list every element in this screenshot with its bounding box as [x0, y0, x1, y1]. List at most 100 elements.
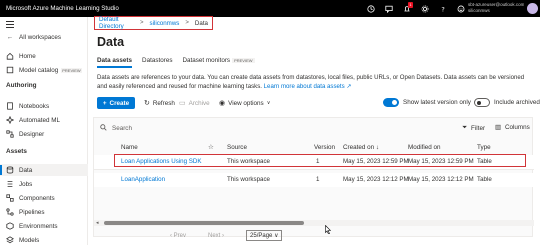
notification-count: 1 [408, 2, 413, 8]
columns-icon: ▥ [495, 124, 501, 131]
user-name: sbt-azureuser@outlook.com [468, 2, 524, 7]
include-archived-label: Include archived [494, 99, 540, 106]
sidebar-item-label: Jobs [19, 180, 33, 188]
data-asset-name-link[interactable]: LoanApplication [121, 176, 165, 183]
toolbar: + Create ↻ Refresh ▭ Archive ◉ View opti… [97, 97, 540, 109]
tab-label: Data assets [97, 57, 133, 64]
filter-button[interactable]: ⏷ Filter [462, 124, 485, 132]
column-header-created[interactable]: Created on ↓ [343, 144, 379, 151]
view-options-button[interactable]: ◉ View options ∨ [219, 97, 270, 109]
sidebar-item-pipelines[interactable]: Pipelines [0, 206, 88, 218]
view-options-label: View options [228, 99, 264, 107]
sidebar: ← All workspaces Home Model catalog PREV… [0, 17, 88, 245]
back-arrow-icon: ← [6, 33, 14, 41]
sidebar-item-jobs[interactable]: Jobs [0, 178, 88, 190]
sidebar-item-label: Environments [19, 222, 58, 230]
settings-icon[interactable] [416, 2, 434, 15]
user-info[interactable]: sbt-azureuser@outlook.com siliconmws [468, 2, 524, 13]
type-cell: Table [477, 158, 492, 165]
filter-icon: ⏷ [462, 124, 468, 131]
scrollbar-thumb[interactable] [104, 221, 304, 225]
prev-page-button[interactable]: ‹ Prev [170, 233, 186, 239]
column-header-type[interactable]: Type [477, 144, 491, 151]
chevron-down-icon: ∨ [274, 233, 279, 239]
svg-text:?: ? [441, 5, 444, 13]
sidebar-item-model-catalog[interactable]: Model catalog PREVIEW [0, 64, 88, 76]
tab-data-assets[interactable]: Data assets [97, 57, 133, 68]
data-asset-name-link[interactable]: Loan Applications Using SDK [121, 158, 202, 165]
chevron-right-icon: > [139, 20, 144, 26]
breadcrumb-directory[interactable]: Default Directory [99, 16, 134, 30]
sidebar-item-environments[interactable]: Environments [0, 220, 88, 232]
preview-badge: PREVIEW [61, 67, 82, 73]
type-cell: Table [477, 176, 492, 183]
top-bar: Microsoft Azure Machine Learning Studio … [0, 0, 540, 17]
search-input[interactable]: Search [100, 122, 260, 135]
automl-icon [6, 116, 14, 124]
sidebar-item-designer[interactable]: Designer [0, 128, 88, 140]
sidebar-item-label: Model catalog [19, 66, 59, 74]
pagination: ‹ Prev Next › 25/Page ∨ [170, 230, 283, 241]
column-header-source[interactable]: Source [227, 144, 247, 151]
assets-heading: Assets [6, 148, 27, 155]
chat-icon[interactable] [380, 2, 398, 15]
environments-icon [6, 222, 14, 230]
tab-datastores[interactable]: Datastores [142, 57, 172, 67]
horizontal-scrollbar[interactable]: ◂ [94, 220, 534, 226]
search-icon [100, 124, 107, 133]
eye-icon: ◉ [219, 100, 226, 107]
prev-label: Prev [173, 232, 187, 239]
recent-activity-icon[interactable] [362, 2, 380, 15]
preview-badge: PREVIEW [232, 58, 255, 63]
star-icon[interactable]: ☆ [208, 144, 214, 151]
app-title[interactable]: Microsoft Azure Machine Learning Studio [0, 5, 119, 12]
mouse-cursor-icon [325, 225, 331, 234]
sidebar-item-label: Designer [19, 130, 45, 138]
include-archived-toggle[interactable] [474, 98, 490, 107]
notebook-icon [6, 102, 14, 110]
page-description: Data assets are references to your data.… [97, 73, 527, 91]
sidebar-item-label: Components [19, 194, 55, 202]
breadcrumb-workspace[interactable]: siliconmws [149, 20, 179, 27]
create-button[interactable]: + Create [97, 97, 135, 109]
sidebar-item-components[interactable]: Components [0, 192, 88, 204]
tab-label: Datastores [142, 57, 173, 64]
notifications-icon[interactable]: 1 [398, 2, 416, 15]
row-divider [94, 169, 534, 170]
tab-dataset-monitors[interactable]: Dataset monitors PREVIEW [182, 57, 255, 67]
sidebar-item-data[interactable]: Data [0, 164, 88, 176]
jobs-icon [6, 180, 14, 188]
column-label: Created on [343, 144, 375, 151]
learn-more-label: Learn more about data assets [263, 83, 345, 90]
table-row[interactable]: LoanApplication This workspace 1 May 15,… [94, 173, 534, 187]
sidebar-item-notebooks[interactable]: Notebooks [0, 100, 88, 112]
breadcrumb-current: Data [194, 19, 208, 27]
help-icon[interactable]: ? [434, 2, 452, 15]
scroll-left-icon[interactable]: ◂ [96, 220, 99, 226]
columns-button[interactable]: ▥ Columns [495, 124, 530, 131]
sidebar-item-all-workspaces[interactable]: ← All workspaces [0, 31, 88, 43]
sidebar-item-automated-ml[interactable]: Automated ML [0, 114, 88, 126]
column-header-version[interactable]: Version [314, 144, 335, 151]
data-icon [6, 166, 14, 174]
menu-icon[interactable] [6, 21, 14, 28]
archive-button[interactable]: ▭ Archive [179, 97, 210, 109]
page-size-select[interactable]: 25/Page ∨ [246, 230, 283, 241]
sidebar-item-label: Models [19, 236, 40, 244]
show-latest-toggle[interactable] [383, 98, 399, 107]
table-row[interactable]: Loan Applications Using SDK This workspa… [94, 155, 534, 169]
next-page-button[interactable]: Next › [208, 233, 224, 239]
learn-more-link[interactable]: Learn more about data assets ↗ [264, 83, 352, 90]
column-header-name[interactable]: Name [121, 144, 138, 151]
next-label: Next [208, 232, 221, 239]
authoring-heading: Authoring [6, 82, 37, 89]
refresh-button[interactable]: ↻ Refresh [144, 97, 175, 109]
chevron-right-icon: > [185, 20, 189, 26]
source-cell: This workspace [227, 158, 270, 165]
column-header-modified[interactable]: Modified on [408, 144, 441, 151]
sidebar-item-models[interactable]: Models [0, 234, 88, 245]
page-title: Data [97, 35, 125, 49]
avatar[interactable] [527, 3, 538, 14]
workspace-name: siliconmws [468, 7, 490, 13]
sidebar-item-home[interactable]: Home [0, 50, 88, 62]
